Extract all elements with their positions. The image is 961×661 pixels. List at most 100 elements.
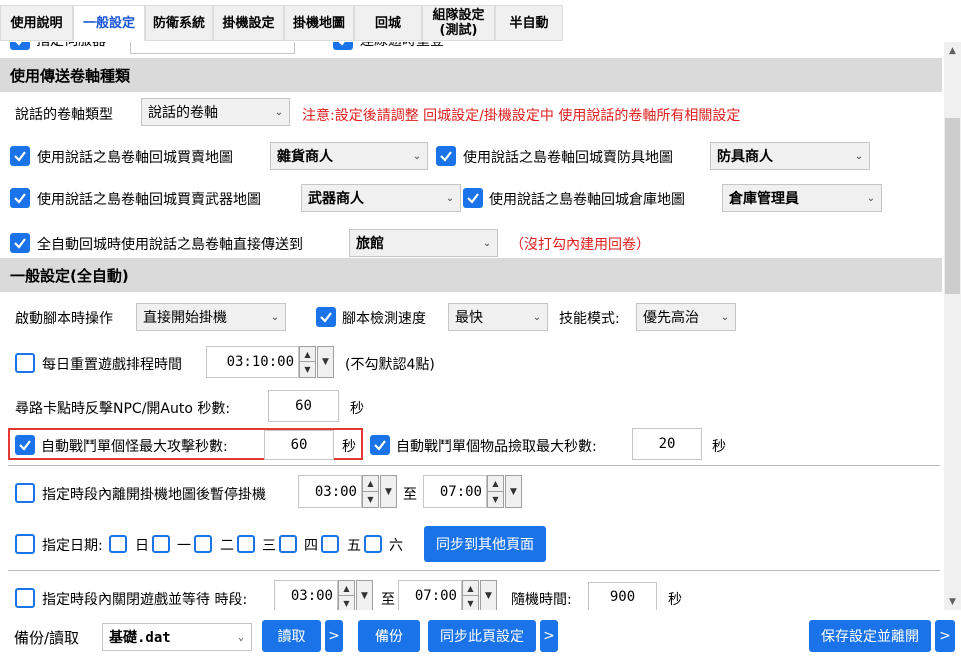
spin-up-icon[interactable]: ▲ <box>339 581 354 596</box>
weapon-store-checkbox[interactable] <box>10 188 30 208</box>
tab-defense[interactable]: 防衛系統 <box>145 5 213 41</box>
max-attack-seconds-input[interactable]: 60 <box>264 430 334 460</box>
vertical-scrollbar[interactable]: ▲ ▼ <box>944 42 961 610</box>
tab-semi-auto[interactable]: 半自動 <box>495 5 563 41</box>
auto-teleport-note: （沒打勾內建用回卷） <box>510 237 650 253</box>
warehouse-select[interactable]: 倉庫管理員 ⌄ <box>722 184 882 212</box>
spin-down-icon[interactable]: ▼ <box>463 596 478 610</box>
spin-down-icon[interactable]: ▼ <box>363 492 378 508</box>
spin-up-icon[interactable]: ▲ <box>463 581 478 596</box>
tab-party[interactable]: 組隊設定 (測試) <box>422 5 495 41</box>
sync-more-button[interactable]: > <box>540 620 558 652</box>
random-time-input[interactable]: 900 <box>588 582 657 610</box>
read-more-button[interactable]: > <box>325 620 343 652</box>
pause-start-spinner[interactable]: ▲ ▼ <box>362 475 379 508</box>
divider <box>8 465 940 466</box>
read-button[interactable]: 讀取 <box>262 620 321 652</box>
auto-teleport-select[interactable]: 旅館 ⌄ <box>349 229 498 257</box>
close-game-checkbox[interactable] <box>15 588 35 608</box>
scroll-up-icon[interactable]: ▲ <box>944 42 961 59</box>
max-attack-checkbox[interactable] <box>15 435 35 455</box>
startup-select[interactable]: 直接開始掛機 ⌄ <box>136 303 286 331</box>
auto-teleport-checkbox[interactable] <box>10 233 30 253</box>
weapon-store-select[interactable]: 武器商人 ⌄ <box>301 184 461 212</box>
tab-general-settings[interactable]: 一般設定 <box>73 5 145 41</box>
chevron-down-icon[interactable]: ▼ <box>317 346 334 378</box>
close-start-input[interactable]: 03:00 <box>274 580 338 610</box>
chevron-down-icon[interactable]: ▼ <box>480 580 497 610</box>
close-end-spinner[interactable]: ▲ ▼ <box>462 580 479 610</box>
spin-up-icon[interactable]: ▲ <box>488 476 503 492</box>
close-start-spinner[interactable]: ▲ ▼ <box>338 580 355 610</box>
tab-bot-settings[interactable]: 掛機設定 <box>213 5 284 41</box>
sync-page-button[interactable]: 同步此頁設定 <box>428 620 536 652</box>
tab-return-town[interactable]: 回城 <box>354 5 422 41</box>
max-attack-unit: 秒 <box>342 439 356 455</box>
scroll-down-icon[interactable]: ▼ <box>944 593 961 610</box>
backup-button[interactable]: 備份 <box>358 620 420 652</box>
tab-bar: 使用說明 一般設定 防衛系統 掛機設定 掛機地圖 回城 組隊設定 (測試) 半自… <box>0 0 961 42</box>
day-wed-checkbox[interactable] <box>237 535 255 553</box>
close-end-input[interactable]: 07:00 <box>398 580 462 610</box>
armor-store-select[interactable]: 防具商人 ⌄ <box>710 142 870 170</box>
server-checkbox[interactable] <box>10 42 30 50</box>
day-tue-checkbox[interactable] <box>194 535 212 553</box>
armor-store-checkbox[interactable] <box>436 146 456 166</box>
chevron-down-icon[interactable]: ▼ <box>380 475 397 508</box>
pause-start-input[interactable]: 03:00 <box>298 475 362 508</box>
warehouse-checkbox[interactable] <box>463 188 483 208</box>
day-mon-checkbox[interactable] <box>152 535 170 553</box>
startup-value: 直接開始掛機 <box>143 310 227 326</box>
daily-reset-note: (不勾默認4點) <box>345 357 435 373</box>
reconnect-checkbox[interactable] <box>333 42 353 50</box>
detect-speed-checkbox[interactable] <box>316 307 336 327</box>
save-and-exit-button[interactable]: 保存設定並離開 <box>809 620 931 652</box>
section-scroll-type: 使用傳送卷軸種類 <box>0 58 942 92</box>
max-pickup-seconds-input[interactable]: 20 <box>632 428 702 460</box>
chevron-down-icon: ⌄ <box>482 237 492 249</box>
spin-down-icon[interactable]: ▼ <box>339 596 354 610</box>
spin-down-icon[interactable]: ▼ <box>300 362 315 377</box>
tab-usage[interactable]: 使用說明 <box>0 5 73 41</box>
save-more-button[interactable]: > <box>935 620 955 652</box>
armor-store-value: 防具商人 <box>717 149 773 165</box>
chevron-down-icon[interactable]: ▼ <box>356 580 373 610</box>
stuck-seconds-input[interactable]: 60 <box>268 390 339 422</box>
date-label: 指定日期: <box>42 538 103 554</box>
scrollbar-thumb[interactable] <box>945 118 960 294</box>
day-thu-checkbox[interactable] <box>279 535 297 553</box>
tab-bot-map[interactable]: 掛機地圖 <box>284 5 354 41</box>
skill-mode-select[interactable]: 優先高治 ⌄ <box>636 303 736 331</box>
sync-other-pages-button[interactable]: 同步到其他頁面 <box>424 526 546 562</box>
max-pickup-label: 自動戰鬥單個物品撿取最大秒數: <box>396 439 597 455</box>
day-fri-checkbox[interactable] <box>321 535 339 553</box>
section-general: 一般設定(全自動) <box>0 258 942 292</box>
daily-reset-time-input[interactable]: 03:10:00 <box>206 346 299 378</box>
max-attack-label: 自動戰鬥單個怪最大攻擊秒數: <box>41 439 228 455</box>
max-pickup-checkbox[interactable] <box>370 435 390 455</box>
stuck-unit: 秒 <box>350 401 364 417</box>
close-game-label: 指定時段內關閉遊戲並等待 時段: <box>42 592 248 608</box>
day-sun-checkbox[interactable] <box>109 535 127 553</box>
chevron-down-icon: ⌄ <box>532 311 542 323</box>
detect-speed-select[interactable]: 最快 ⌄ <box>448 303 548 331</box>
general-store-select[interactable]: 雜貨商人 ⌄ <box>270 142 428 170</box>
server-select[interactable] <box>130 42 295 54</box>
general-store-checkbox[interactable] <box>10 146 30 166</box>
pause-end-spinner[interactable]: ▲ ▼ <box>487 475 504 508</box>
pause-checkbox[interactable] <box>15 483 35 503</box>
divider <box>8 570 940 571</box>
spin-up-icon[interactable]: ▲ <box>300 347 315 362</box>
pause-end-input[interactable]: 07:00 <box>423 475 487 508</box>
day-sat-checkbox[interactable] <box>364 535 382 553</box>
spin-up-icon[interactable]: ▲ <box>363 476 378 492</box>
scroll-type-select[interactable]: 說話的卷軸 ⌄ <box>141 98 290 126</box>
backup-file-select[interactable]: 基礎.dat ⌄ <box>102 623 252 651</box>
max-pickup-unit: 秒 <box>712 439 726 455</box>
daily-reset-spinner[interactable]: ▲ ▼ <box>299 346 316 378</box>
daily-reset-checkbox[interactable] <box>15 353 35 373</box>
armor-store-label: 使用說話之島卷軸回城賣防具地圖 <box>463 150 673 166</box>
spin-down-icon[interactable]: ▼ <box>488 492 503 508</box>
chevron-down-icon[interactable]: ▼ <box>505 475 522 508</box>
date-checkbox[interactable] <box>15 534 35 554</box>
